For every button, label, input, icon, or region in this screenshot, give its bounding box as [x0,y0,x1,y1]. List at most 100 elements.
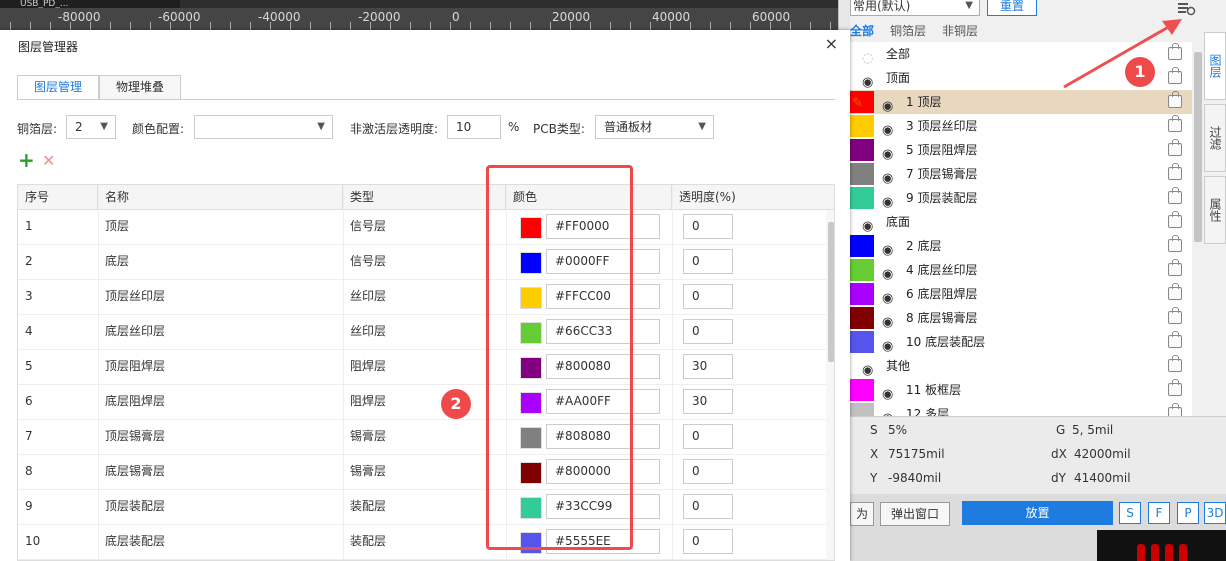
layer-color-swatch[interactable] [850,259,874,281]
ruler-tick-mark [170,22,171,30]
lock-icon[interactable] [1168,211,1182,228]
layer-name: 顶面 [886,71,911,85]
layer-row[interactable]: ◉ 3 顶层丝印层 [850,114,1192,138]
lock-icon[interactable] [1168,403,1182,416]
opacity-input[interactable]: 0 [683,529,733,554]
ruler-tick-label: -60000 [158,10,201,24]
layer-row[interactable]: ◉ 2 底层 [850,234,1192,258]
lock-icon[interactable] [1168,307,1182,324]
filter-tab[interactable]: 全部 [850,24,874,38]
copper-layers-select[interactable]: 2 ▼ [66,115,116,139]
eye-icon[interactable]: ◉ [882,407,893,416]
cell-index: 2 [25,254,33,268]
lock-icon[interactable] [1168,259,1182,276]
layer-color-swatch[interactable] [850,331,874,353]
lock-icon[interactable] [1168,331,1182,348]
document-tab[interactable]: USB_PD_... [0,0,180,9]
ruler-tick-mark [490,22,491,30]
popout-window-button[interactable]: 弹出窗口 [880,502,950,526]
for-button[interactable]: 为 [850,502,874,526]
table-row[interactable]: 9 顶层装配层 装配层 #33CC99 0 [18,490,826,525]
table-scrollbar[interactable] [826,210,834,560]
view-f-button[interactable]: F [1148,502,1170,524]
cell-name: 顶层丝印层 [105,289,166,303]
annotation-badge-2: 2 [441,389,471,419]
layer-color-swatch[interactable] [850,379,874,401]
layer-color-swatch[interactable] [850,403,874,416]
layer-row[interactable]: ◉ 12 多层 [850,402,1192,416]
layer-color-swatch[interactable] [850,235,874,257]
layer-settings-icon[interactable] [1176,0,1196,16]
layer-row[interactable]: ◉ 4 底层丝印层 [850,258,1192,282]
layer-group-row[interactable]: ◉ 底面 [850,210,1192,234]
view-3d-button[interactable]: 3D [1204,502,1226,524]
table-row[interactable]: 1 顶层 信号层 #FF0000 0 [18,210,826,245]
layer-color-swatch[interactable] [850,115,874,137]
color-config-select[interactable]: ▼ [194,115,333,139]
add-layer-icon[interactable]: + [18,150,35,170]
lock-icon[interactable] [1168,91,1182,108]
vertical-tab[interactable]: 图层 [1204,32,1226,100]
lock-icon[interactable] [1168,355,1182,372]
layer-color-swatch[interactable] [850,163,874,185]
layer-list-scrollbar[interactable] [1194,52,1202,242]
opacity-input[interactable]: 0 [683,214,733,239]
table-row[interactable]: 6 底层阻焊层 阻焊层 #AA00FF 30 [18,385,826,420]
layer-row[interactable]: ◉ 5 顶层阻焊层 [850,138,1192,162]
opacity-input[interactable]: 30 [683,389,733,414]
opacity-input[interactable]: 30 [683,354,733,379]
lock-icon[interactable] [1168,163,1182,180]
layer-row[interactable]: ◉ 6 底层阻焊层 [850,282,1192,306]
delete-layer-icon[interactable]: ✕ [42,151,55,171]
pcb-type-select[interactable]: 普通板材 ▼ [595,115,714,139]
close-icon[interactable]: × [825,34,838,53]
layer-row[interactable]: ◉ 9 顶层装配层 [850,186,1192,210]
filter-tab[interactable]: 非铜层 [942,24,978,38]
table-row[interactable]: 3 顶层丝印层 丝印层 #FFCC00 0 [18,280,826,315]
table-row[interactable]: 5 顶层阻焊层 阻焊层 #800080 30 [18,350,826,385]
dialog-tabs: 图层管理 物理堆叠 [17,75,182,100]
lock-icon[interactable] [1168,235,1182,252]
table-row[interactable]: 10 底层装配层 装配层 #5555EE 0 [18,525,826,560]
scrollbar-thumb[interactable] [828,222,834,362]
cell-type: 锡膏层 [350,429,387,443]
vertical-tab[interactable]: 过滤 [1204,104,1226,172]
lock-icon[interactable] [1168,187,1182,204]
opacity-input[interactable]: 0 [683,249,733,274]
opacity-input[interactable]: 0 [683,424,733,449]
layer-row[interactable]: ◉ 11 板框层 [850,378,1192,402]
opacity-input[interactable]: 0 [683,494,733,519]
lock-icon[interactable] [1168,283,1182,300]
view-s-button[interactable]: S [1119,502,1141,524]
lock-icon[interactable] [1168,115,1182,132]
table-row[interactable]: 8 底层锡膏层 锡膏层 #800000 0 [18,455,826,490]
cursor-y-value: -9840mil [888,471,942,485]
layer-color-swatch[interactable] [850,283,874,305]
table-row[interactable]: 4 底层丝印层 丝印层 #66CC33 0 [18,315,826,350]
layer-row[interactable]: ◉ 10 底层装配层 [850,330,1192,354]
cell-type: 丝印层 [350,324,387,338]
opacity-input[interactable]: 0 [683,284,733,309]
opacity-input[interactable]: 0 [683,459,733,484]
layer-row[interactable]: ◉ 8 底层锡膏层 [850,306,1192,330]
layer-preset-select[interactable]: 常用(默认) ▼ [850,0,980,16]
layer-color-swatch[interactable] [850,307,874,329]
view-p-button[interactable]: P [1177,502,1199,524]
layer-color-swatch[interactable] [850,139,874,161]
layer-color-swatch[interactable] [850,187,874,209]
place-button[interactable]: 放置 [962,501,1113,525]
inactive-opacity-input[interactable]: 10 [447,115,501,139]
vertical-tab[interactable]: 属性 [1204,176,1226,244]
filter-tab[interactable]: 铜箔层 [890,24,926,38]
tab-layer-management[interactable]: 图层管理 [17,75,100,100]
lock-icon[interactable] [1168,139,1182,156]
lock-icon[interactable] [1168,379,1182,396]
tab-physical-stackup[interactable]: 物理堆叠 [99,75,182,100]
cursor-dx-value: 42000mil [1074,447,1131,461]
opacity-input[interactable]: 0 [683,319,733,344]
table-row[interactable]: 2 底层 信号层 #0000FF 0 [18,245,826,280]
table-row[interactable]: 7 顶层锡膏层 锡膏层 #808080 0 [18,420,826,455]
reset-button[interactable]: 重置 [987,0,1037,16]
layer-row[interactable]: ◉ 7 顶层锡膏层 [850,162,1192,186]
layer-group-row[interactable]: ◉ 其他 [850,354,1192,378]
